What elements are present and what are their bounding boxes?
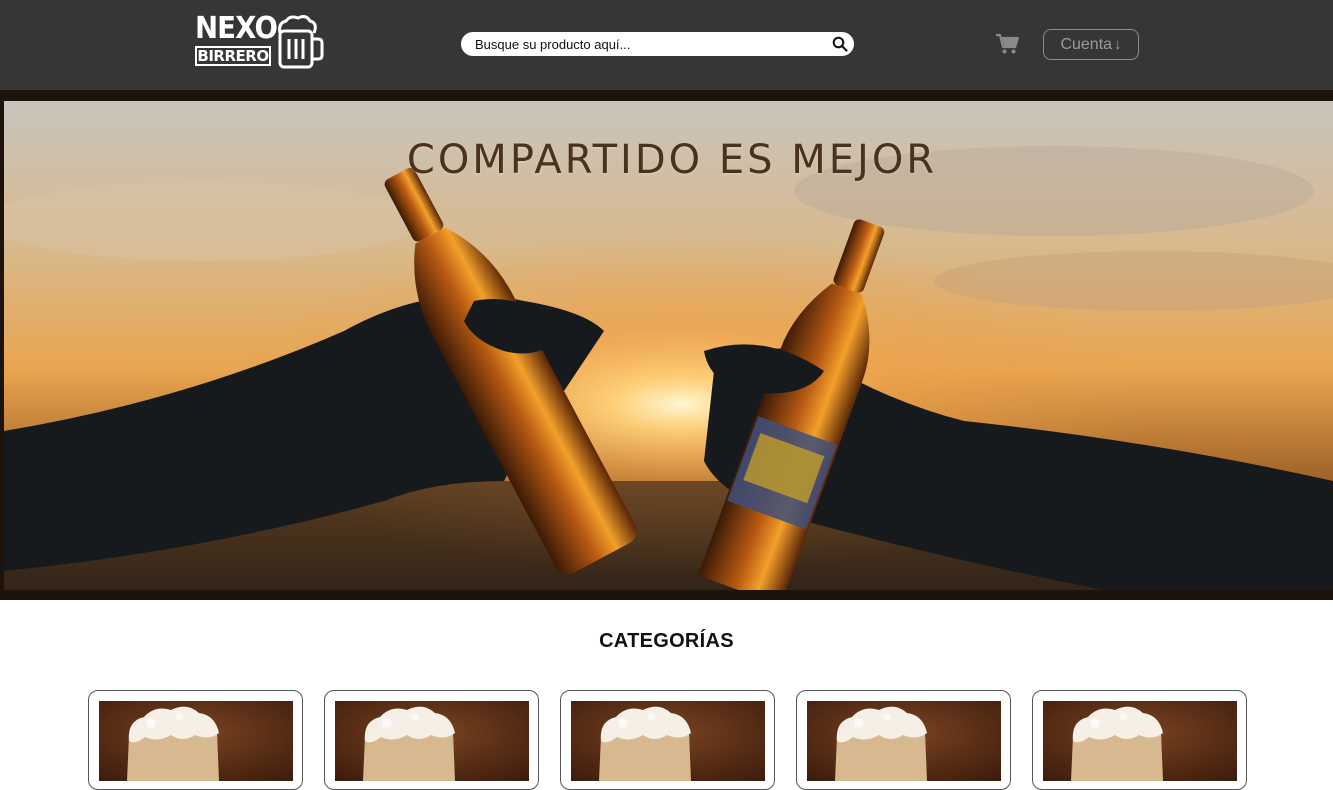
category-card[interactable] (796, 690, 1011, 790)
category-card[interactable] (1032, 690, 1247, 790)
search-input[interactable] (475, 32, 825, 56)
account-button[interactable]: Cuenta ↓ (1043, 29, 1139, 60)
categories-title: CATEGORÍAS (599, 630, 734, 652)
category-image (1043, 701, 1237, 781)
category-card[interactable] (560, 690, 775, 790)
logo-wordmark: NEXO BIRRERO (194, 11, 278, 70)
logo-line-1: NEXO (195, 11, 278, 46)
category-card[interactable] (324, 690, 539, 790)
search-bar (461, 32, 854, 56)
logo-line-2: BIRRERO (195, 46, 271, 66)
hero-title: COMPARTIDO ES MEJOR (406, 137, 938, 183)
account-label: Cuenta (1060, 36, 1113, 53)
category-card[interactable] (88, 690, 303, 790)
cart-icon[interactable] (995, 33, 1019, 55)
beer-mug-icon (278, 15, 324, 69)
search-icon[interactable] (832, 36, 848, 52)
site-logo[interactable]: NEXO BIRRERO (194, 14, 324, 70)
top-navbar: NEXO BIRRERO Cuenta↓ (0, 0, 1333, 90)
hero-banner: COMPARTIDO ES MEJOR (4, 101, 1333, 590)
category-image (335, 701, 529, 781)
category-image (571, 701, 765, 781)
category-image (99, 701, 293, 781)
arrow-down-icon: ↓ (1114, 36, 1122, 53)
category-image (807, 701, 1001, 781)
